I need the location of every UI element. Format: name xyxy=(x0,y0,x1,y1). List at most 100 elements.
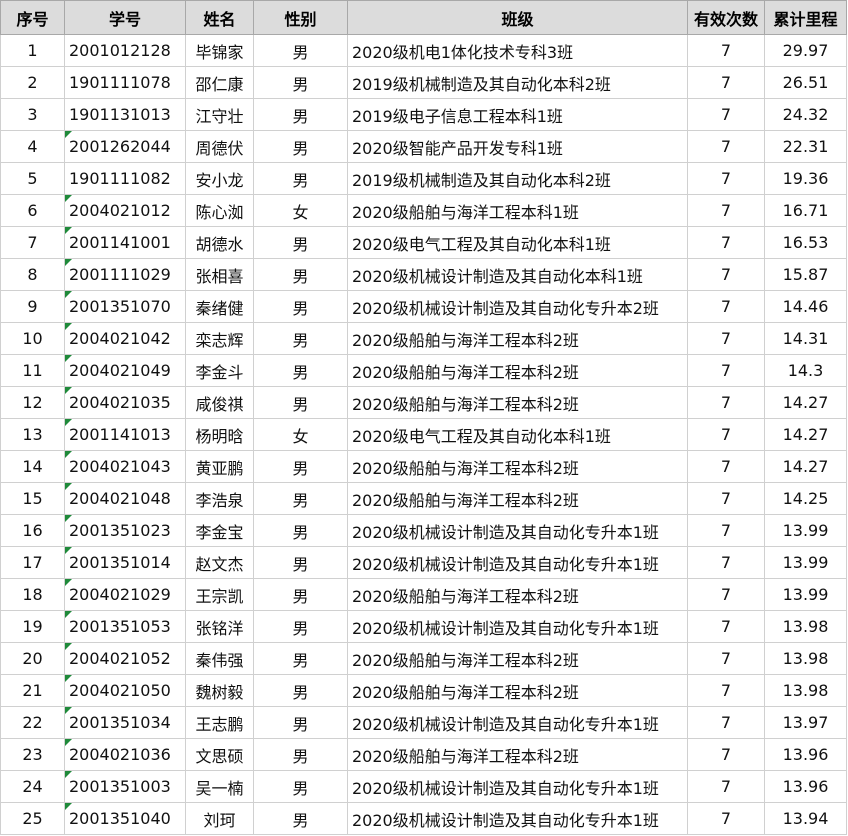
cell-student-id[interactable]: 2004021012 xyxy=(64,194,186,227)
cell-valid-count[interactable]: 7 xyxy=(687,226,765,259)
cell-gender[interactable]: 男 xyxy=(253,674,348,707)
cell-seq[interactable]: 14 xyxy=(0,450,65,483)
cell-name[interactable]: 李金宝 xyxy=(185,514,254,547)
cell-class[interactable]: 2020级机电1体化技术专科3班 xyxy=(347,34,688,67)
cell-class[interactable]: 2020级船舶与海洋工程本科2班 xyxy=(347,578,688,611)
cell-total-mileage[interactable]: 24.32 xyxy=(764,98,847,131)
cell-name[interactable]: 安小龙 xyxy=(185,162,254,195)
cell-name[interactable]: 毕锦家 xyxy=(185,34,254,67)
cell-total-mileage[interactable]: 29.97 xyxy=(764,34,847,67)
cell-gender[interactable]: 男 xyxy=(253,386,348,419)
cell-valid-count[interactable]: 7 xyxy=(687,482,765,515)
cell-name[interactable]: 周德伏 xyxy=(185,130,254,163)
cell-name[interactable]: 栾志辉 xyxy=(185,322,254,355)
cell-valid-count[interactable]: 7 xyxy=(687,162,765,195)
cell-total-mileage[interactable]: 13.98 xyxy=(764,610,847,643)
cell-total-mileage[interactable]: 13.98 xyxy=(764,674,847,707)
cell-gender[interactable]: 男 xyxy=(253,34,348,67)
cell-valid-count[interactable]: 7 xyxy=(687,386,765,419)
cell-seq[interactable]: 13 xyxy=(0,418,65,451)
cell-valid-count[interactable]: 7 xyxy=(687,354,765,387)
cell-seq[interactable]: 18 xyxy=(0,578,65,611)
cell-student-id[interactable]: 2001141013 xyxy=(64,418,186,451)
cell-total-mileage[interactable]: 13.98 xyxy=(764,642,847,675)
cell-class[interactable]: 2019级机械制造及其自动化本科2班 xyxy=(347,66,688,99)
header-seq[interactable]: 序号 xyxy=(0,0,65,35)
cell-seq[interactable]: 21 xyxy=(0,674,65,707)
cell-gender[interactable]: 男 xyxy=(253,322,348,355)
cell-valid-count[interactable]: 7 xyxy=(687,98,765,131)
cell-gender[interactable]: 男 xyxy=(253,354,348,387)
cell-name[interactable]: 王宗凯 xyxy=(185,578,254,611)
cell-total-mileage[interactable]: 19.36 xyxy=(764,162,847,195)
cell-seq[interactable]: 25 xyxy=(0,802,65,835)
cell-name[interactable]: 杨明晗 xyxy=(185,418,254,451)
cell-name[interactable]: 李金斗 xyxy=(185,354,254,387)
cell-gender[interactable]: 男 xyxy=(253,706,348,739)
cell-seq[interactable]: 4 xyxy=(0,130,65,163)
cell-valid-count[interactable]: 7 xyxy=(687,194,765,227)
cell-student-id[interactable]: 2004021029 xyxy=(64,578,186,611)
cell-gender[interactable]: 男 xyxy=(253,802,348,835)
cell-valid-count[interactable]: 7 xyxy=(687,34,765,67)
cell-student-id[interactable]: 2004021049 xyxy=(64,354,186,387)
cell-total-mileage[interactable]: 13.97 xyxy=(764,706,847,739)
cell-valid-count[interactable]: 7 xyxy=(687,290,765,323)
cell-valid-count[interactable]: 7 xyxy=(687,418,765,451)
cell-gender[interactable]: 男 xyxy=(253,482,348,515)
cell-student-id[interactable]: 2004021048 xyxy=(64,482,186,515)
cell-class[interactable]: 2020级船舶与海洋工程本科1班 xyxy=(347,194,688,227)
cell-seq[interactable]: 9 xyxy=(0,290,65,323)
cell-total-mileage[interactable]: 26.51 xyxy=(764,66,847,99)
cell-total-mileage[interactable]: 13.99 xyxy=(764,514,847,547)
cell-gender[interactable]: 男 xyxy=(253,226,348,259)
cell-class[interactable]: 2020级船舶与海洋工程本科2班 xyxy=(347,674,688,707)
cell-gender[interactable]: 男 xyxy=(253,450,348,483)
cell-student-id[interactable]: 2004021036 xyxy=(64,738,186,771)
cell-total-mileage[interactable]: 13.99 xyxy=(764,578,847,611)
cell-student-id[interactable]: 2004021042 xyxy=(64,322,186,355)
cell-gender[interactable]: 男 xyxy=(253,546,348,579)
cell-name[interactable]: 刘珂 xyxy=(185,802,254,835)
cell-student-id[interactable]: 2001351040 xyxy=(64,802,186,835)
cell-total-mileage[interactable]: 14.31 xyxy=(764,322,847,355)
cell-seq[interactable]: 6 xyxy=(0,194,65,227)
cell-seq[interactable]: 22 xyxy=(0,706,65,739)
cell-valid-count[interactable]: 7 xyxy=(687,770,765,803)
cell-name[interactable]: 张铭洋 xyxy=(185,610,254,643)
cell-seq[interactable]: 15 xyxy=(0,482,65,515)
cell-name[interactable]: 赵文杰 xyxy=(185,546,254,579)
cell-student-id[interactable]: 2004021050 xyxy=(64,674,186,707)
cell-total-mileage[interactable]: 14.27 xyxy=(764,386,847,419)
cell-gender[interactable]: 男 xyxy=(253,162,348,195)
cell-valid-count[interactable]: 7 xyxy=(687,802,765,835)
cell-valid-count[interactable]: 7 xyxy=(687,130,765,163)
cell-seq[interactable]: 19 xyxy=(0,610,65,643)
cell-seq[interactable]: 5 xyxy=(0,162,65,195)
cell-student-id[interactable]: 2004021035 xyxy=(64,386,186,419)
cell-class[interactable]: 2020级船舶与海洋工程本科2班 xyxy=(347,354,688,387)
cell-student-id[interactable]: 2001351034 xyxy=(64,706,186,739)
cell-gender[interactable]: 男 xyxy=(253,66,348,99)
cell-seq[interactable]: 1 xyxy=(0,34,65,67)
cell-class[interactable]: 2020级电气工程及其自动化本科1班 xyxy=(347,226,688,259)
cell-seq[interactable]: 8 xyxy=(0,258,65,291)
cell-class[interactable]: 2020级船舶与海洋工程本科2班 xyxy=(347,322,688,355)
cell-student-id[interactable]: 2001141001 xyxy=(64,226,186,259)
cell-gender[interactable]: 男 xyxy=(253,610,348,643)
cell-valid-count[interactable]: 7 xyxy=(687,322,765,355)
cell-seq[interactable]: 10 xyxy=(0,322,65,355)
cell-student-id[interactable]: 2001351014 xyxy=(64,546,186,579)
cell-total-mileage[interactable]: 16.71 xyxy=(764,194,847,227)
cell-student-id[interactable]: 1901111078 xyxy=(64,66,186,99)
cell-total-mileage[interactable]: 13.94 xyxy=(764,802,847,835)
cell-class[interactable]: 2020级机械设计制造及其自动化专升本1班 xyxy=(347,610,688,643)
cell-valid-count[interactable]: 7 xyxy=(687,674,765,707)
header-valid-count[interactable]: 有效次数 xyxy=(687,0,765,35)
cell-total-mileage[interactable]: 22.31 xyxy=(764,130,847,163)
cell-total-mileage[interactable]: 14.27 xyxy=(764,418,847,451)
cell-valid-count[interactable]: 7 xyxy=(687,578,765,611)
cell-gender[interactable]: 男 xyxy=(253,738,348,771)
cell-total-mileage[interactable]: 16.53 xyxy=(764,226,847,259)
cell-valid-count[interactable]: 7 xyxy=(687,738,765,771)
